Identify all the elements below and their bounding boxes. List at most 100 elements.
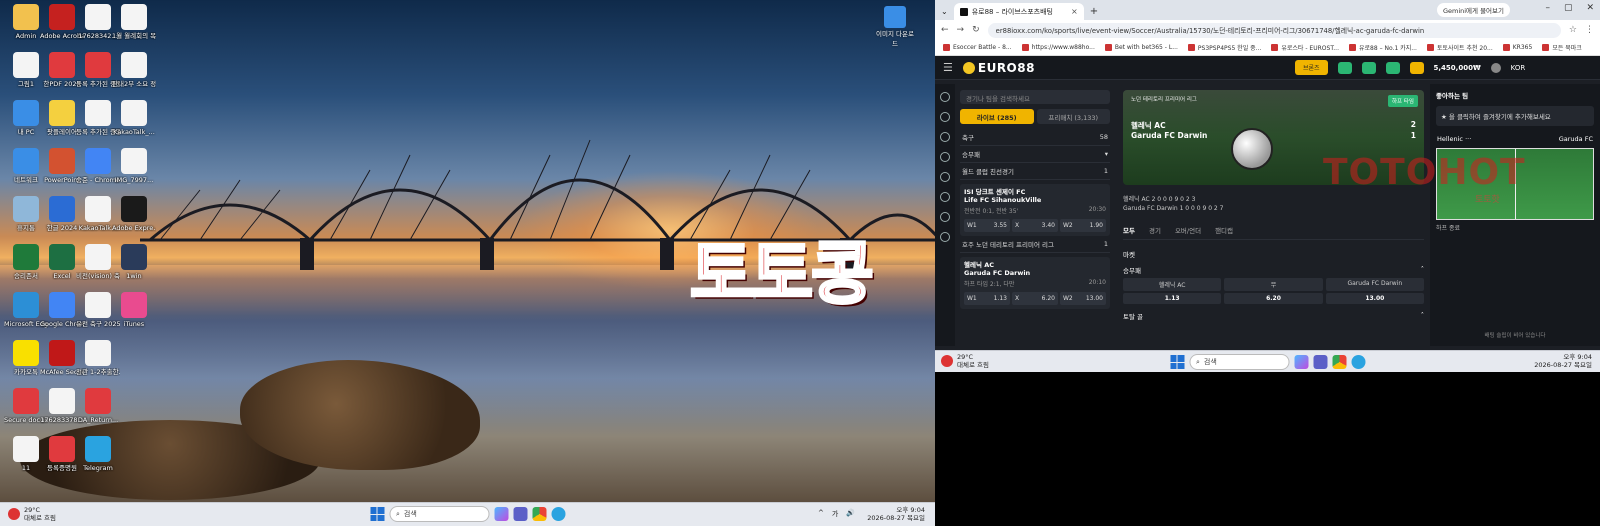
chevron-up-icon[interactable]: ˄ (1421, 265, 1424, 275)
new-tab-button[interactable]: + (1090, 6, 1098, 17)
maximize-icon[interactable]: ▢ (1564, 3, 1573, 13)
event-search-input[interactable]: 경기나 팀을 검색하세요 (960, 90, 1110, 104)
bookmark-label: 유로스타 - EUROST... (1281, 45, 1339, 52)
tab-active[interactable]: 유로88 – 라이브스포츠배팅 × (953, 3, 1084, 20)
league-row[interactable]: 월드 클럽 친선경기 1 (960, 163, 1110, 180)
teams-icon[interactable] (513, 507, 527, 521)
desktop-icon[interactable]: KakaoTalk_... (112, 100, 156, 136)
sport-row-soccer[interactable]: 축구 58 (960, 129, 1110, 146)
casino-icon[interactable] (940, 132, 950, 142)
tab-prematch[interactable]: 프리매치 (3,133) (1036, 109, 1110, 124)
address-bar[interactable]: er88ioxx.com/ko/sports/live/event-view/S… (987, 22, 1561, 38)
desktop-icon[interactable]: 전관 1-2추출한... (76, 340, 120, 376)
odds-button[interactable]: W1 1.13 (964, 292, 1010, 305)
odds-button[interactable]: X 6.20 (1012, 292, 1058, 305)
desktop-icon[interactable]: DA_Return... (76, 388, 120, 424)
clock[interactable]: 오후 9:04 2026-08-27 목요일 (867, 506, 925, 522)
start-button[interactable] (370, 507, 384, 521)
menu-icon[interactable]: ⋮ (1585, 25, 1594, 35)
tab-handicap[interactable]: 핸디캡 (1215, 225, 1233, 235)
tab-search-icon[interactable]: ⌄ (941, 7, 948, 16)
teams-icon[interactable] (1313, 355, 1327, 369)
market-title[interactable]: 토탈 골 (1123, 311, 1143, 321)
desktop-icon[interactable]: 1월 월례회의 목차 (112, 4, 156, 40)
forward-icon[interactable]: → (957, 25, 965, 35)
bookmark-item[interactable]: KR365 (1502, 44, 1532, 51)
chrome-icon[interactable] (1332, 355, 1346, 369)
minimize-icon[interactable]: – (1545, 3, 1550, 13)
ime-indicator[interactable]: 가 (832, 509, 838, 519)
tab-over-under[interactable]: 오버/언더 (1175, 225, 1201, 235)
taskbar-search[interactable]: ⌕ 검색 (1189, 354, 1289, 370)
hamburger-icon[interactable]: ☰ (943, 61, 953, 74)
odds-button[interactable]: X 3.40 (1012, 219, 1058, 232)
odds-button[interactable]: W2 13.00 (1060, 292, 1106, 305)
soccer-icon[interactable] (940, 112, 950, 122)
bookmark-item[interactable]: PS3PSP4PS5 한일 중... (1187, 43, 1261, 52)
odds-button[interactable]: W2 1.90 (1060, 219, 1106, 232)
camera-icon[interactable] (1337, 61, 1352, 74)
live-icon[interactable] (940, 92, 950, 102)
telegram-icon[interactable] (1361, 61, 1376, 74)
desktop-icon[interactable]: 1win (112, 244, 156, 280)
user-icon[interactable] (1490, 62, 1501, 73)
bookmark-item[interactable]: Bet with bet365 - L... (1104, 44, 1178, 51)
taskbar-search[interactable]: ⌕ 검색 (389, 506, 489, 522)
tab-live[interactable]: 라이브 (285) (960, 109, 1034, 124)
league-row[interactable]: 호주 노던 테리토리 프리미어 리그 1 (960, 236, 1110, 253)
desktop-shortcut-top-right[interactable]: 이미지 다운로드 (875, 6, 915, 48)
odds-button[interactable]: 13.00 (1325, 293, 1424, 304)
bookmark-item[interactable]: 유로스타 - EUROST... (1271, 43, 1339, 52)
video-icon[interactable] (1385, 61, 1400, 74)
file-icon (121, 244, 147, 270)
bookmark-item[interactable]: 모든 북마크 (1542, 43, 1582, 52)
desktop-icon[interactable]: Adobe Expre... (112, 196, 156, 232)
bookmark-item[interactable]: 토토사이트 추천 20... (1426, 43, 1493, 52)
clock[interactable]: 오후 9:04 2026-08-27 목요일 (1534, 353, 1592, 369)
gamepad-icon[interactable] (940, 212, 950, 222)
promo-badge[interactable]: 브론즈 (1294, 60, 1328, 75)
copilot-icon[interactable] (1294, 355, 1308, 369)
reload-icon[interactable]: ↻ (972, 25, 980, 35)
chrome-icon[interactable] (532, 507, 546, 521)
esports-icon[interactable] (940, 172, 950, 182)
match-card[interactable]: ISI 당크트 센제이 FC Life FC SihanoukVille 전반전… (960, 184, 1110, 236)
bookmark-item[interactable]: 유로88 – No.1 카지... (1349, 43, 1417, 52)
system-tray[interactable]: ^ 가 🔊 (818, 509, 855, 519)
copilot-icon[interactable] (494, 507, 508, 521)
back-icon[interactable]: ← (941, 25, 949, 35)
start-button[interactable] (1170, 355, 1184, 369)
bookmark-item[interactable]: https://www.w88ho... (1021, 44, 1095, 51)
gift-icon[interactable] (940, 232, 950, 242)
tab-match[interactable]: 경기 (1149, 225, 1161, 235)
language-select[interactable]: KOR (1511, 64, 1526, 72)
volume-icon[interactable]: 🔊 (846, 509, 855, 519)
market-title[interactable]: 승무패 (1123, 265, 1141, 275)
desktop-icon[interactable]: IMG_7997... (112, 148, 156, 184)
bookmark-item[interactable]: Esoccer Battle - 8... (943, 44, 1012, 51)
weather-widget[interactable]: 29°C 대체로 흐림 (941, 353, 989, 369)
odds-button[interactable]: 6.20 (1224, 293, 1323, 304)
slot-icon[interactable] (940, 152, 950, 162)
gemini-button[interactable]: Gemini에게 물어보기 (1436, 3, 1510, 17)
telegram-icon[interactable] (551, 507, 565, 521)
tray-chevron-icon[interactable]: ^ (818, 509, 824, 519)
star-icon[interactable]: ☆ (1569, 25, 1577, 35)
match-card[interactable]: 헬레닉 AC Garuda FC Darwin 하프 타임 2:1, 다만 20… (960, 257, 1110, 309)
market-select[interactable]: 승무패 ▾ (960, 146, 1110, 163)
chevron-up-icon[interactable]: ˄ (1421, 311, 1424, 321)
close-icon[interactable]: × (1071, 7, 1078, 16)
odds-button[interactable]: 1.13 (1123, 293, 1222, 304)
weather-widget[interactable]: 29°C 대체로 흐림 (8, 506, 56, 522)
telegram-icon[interactable] (1351, 355, 1365, 369)
wallet-icon[interactable] (1409, 61, 1424, 74)
close-window-icon[interactable]: ✕ (1586, 3, 1594, 13)
desktop-icon[interactable]: 판내2부 소요 정동기 이... (112, 52, 156, 88)
odds-button[interactable]: W1 3.55 (964, 219, 1010, 232)
desktop-icon[interactable]: Telegram (76, 436, 120, 472)
file-icon (85, 4, 111, 30)
trophy-icon[interactable] (940, 192, 950, 202)
tab-all[interactable]: 모두 (1123, 225, 1135, 235)
desktop-icon[interactable]: iTunes (112, 292, 156, 328)
site-logo[interactable]: EURO88 (962, 61, 1035, 75)
